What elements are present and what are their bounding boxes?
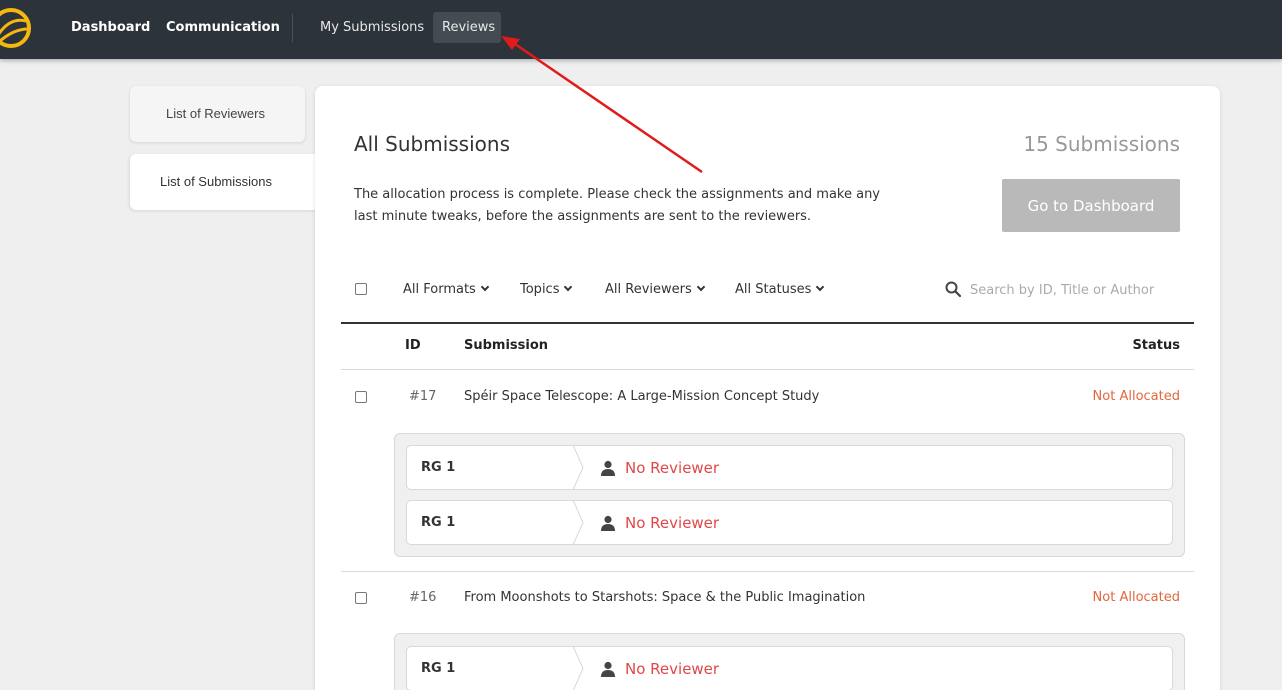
user-icon [601,515,615,531]
nav-divider [292,14,293,42]
user-icon [601,661,615,677]
reviewers-filter-dropdown[interactable]: All Reviewers [605,282,705,297]
chevron-right-icon [572,646,584,690]
submissions-count: 15 Submissions [1023,132,1180,156]
app-logo-icon[interactable] [0,7,32,49]
column-header-status[interactable]: Status [1132,338,1180,353]
reviewer-group-row[interactable]: RG 1 No Reviewer [406,500,1173,545]
reviewer-group-row[interactable]: RG 1 No Reviewer [406,445,1173,490]
select-all-checkbox[interactable] [355,283,367,295]
sidebar-item-reviewers[interactable]: List of Reviewers [130,86,305,142]
filter-label: All Reviewers [605,282,692,297]
reviewer-group-label: RG 1 [421,460,456,475]
row-checkbox[interactable] [355,391,367,403]
chevron-down-icon [480,282,490,292]
sidebar-item-label: List of Submissions [160,174,272,189]
submission-title[interactable]: Spéir Space Telescope: A Large-Mission C… [464,389,819,404]
reviewer-name: No Reviewer [625,660,720,678]
topics-filter-dropdown[interactable]: Topics [520,282,573,297]
reviewer-group-row[interactable]: RG 1 No Reviewer [406,646,1173,690]
reviewer-name: No Reviewer [625,459,720,477]
reviewer-group-list: RG 1 No Reviewer RG 1 No Reviewer [394,433,1185,557]
divider [341,369,1194,370]
divider [341,571,1194,572]
search-input[interactable] [970,278,1185,302]
row-checkbox[interactable] [355,592,367,604]
chevron-right-icon [572,500,584,545]
column-header-submission[interactable]: Submission [464,338,548,353]
formats-filter-dropdown[interactable]: All Formats [403,282,490,297]
top-nav: Dashboard Communication My Submissions R… [0,0,1282,59]
reviewer-group-label: RG 1 [421,515,456,530]
user-icon [601,460,615,476]
reviewer-group-label: RG 1 [421,661,456,676]
nav-communication[interactable]: Communication [166,20,280,35]
chevron-down-icon [816,282,825,292]
status-badge: Not Allocated [1092,389,1180,404]
submission-id: #16 [409,590,437,605]
page-title: All Submissions [354,132,510,156]
reviewer-name: No Reviewer [625,514,720,532]
submission-title[interactable]: From Moonshots to Starshots: Space & the… [464,590,865,605]
chevron-down-icon [564,282,573,292]
column-header-id[interactable]: ID [405,338,421,353]
statuses-filter-dropdown[interactable]: All Statuses [735,282,825,297]
nav-dashboard[interactable]: Dashboard [71,20,150,35]
nav-reviews-label: Reviews [442,20,496,35]
submission-id: #17 [409,389,437,404]
allocation-description: The allocation process is complete. Plea… [354,187,881,224]
nav-reviews[interactable]: Reviews [433,12,501,43]
submissions-card: All Submissions 15 Submissions The alloc… [315,86,1220,690]
filter-label: All Formats [403,282,476,297]
sidebar-item-submissions[interactable]: List of Submissions [130,154,320,210]
table-header-rule [341,322,1194,324]
go-to-dashboard-button[interactable]: Go to Dashboard [1002,179,1180,232]
chevron-down-icon [696,282,705,292]
filter-label: Topics [520,282,560,297]
nav-my-submissions[interactable]: My Submissions [320,20,424,35]
status-badge: Not Allocated [1092,590,1180,605]
sidebar-item-label: List of Reviewers [166,106,265,121]
chevron-right-icon [572,445,584,490]
filter-label: All Statuses [735,282,812,297]
reviewer-group-list: RG 1 No Reviewer [394,633,1185,690]
search-icon [945,281,961,297]
